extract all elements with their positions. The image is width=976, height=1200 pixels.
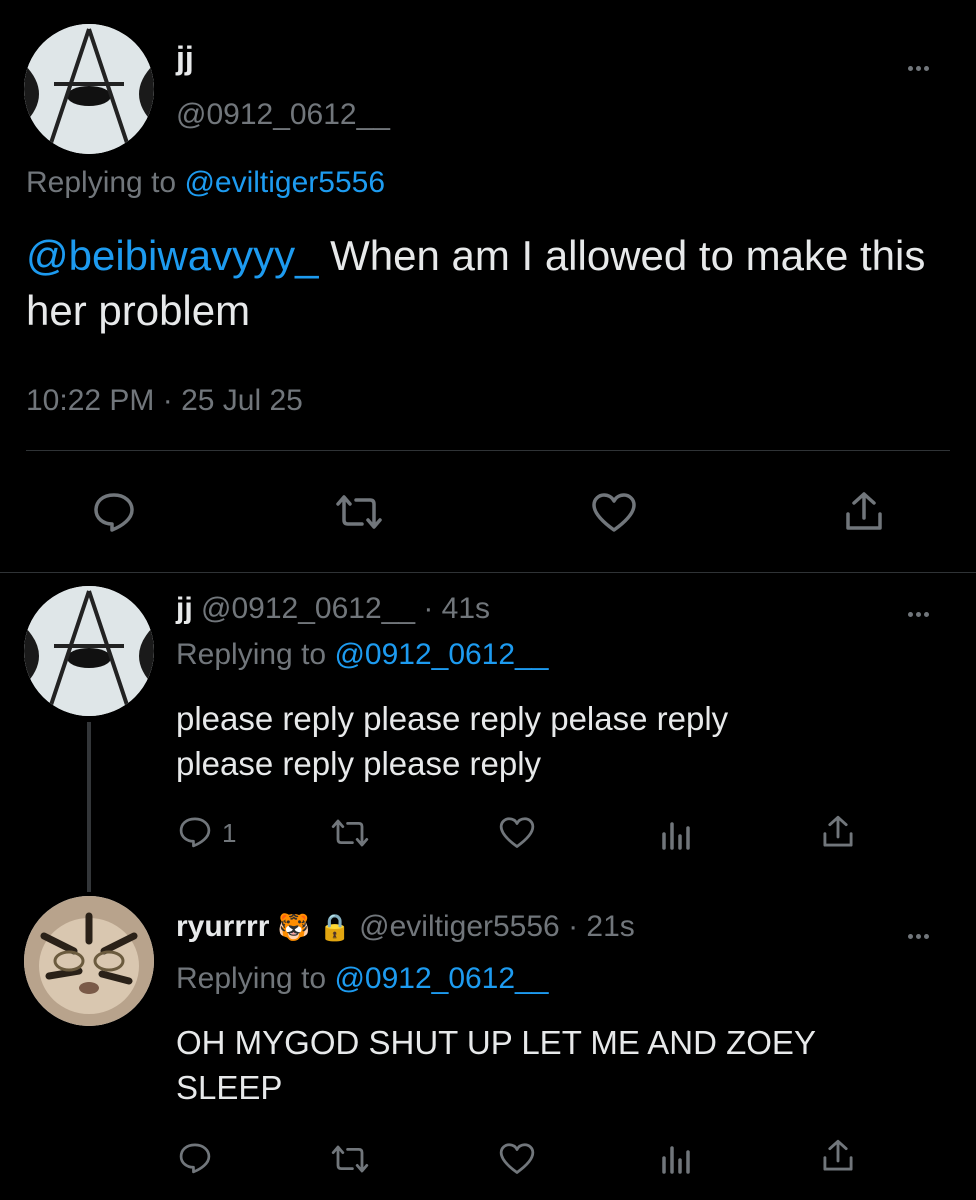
- tiger-emoji-icon: 🐯: [277, 912, 311, 942]
- retweet-icon[interactable]: [334, 494, 384, 530]
- reply-icon[interactable]: [178, 816, 212, 848]
- analytics-icon[interactable]: [660, 1142, 692, 1174]
- timestamp[interactable]: 10:22 PM · 25 Jul 25: [26, 384, 303, 418]
- section-divider: [0, 572, 976, 573]
- reply-text: OH MYGOD SHUT UP LET ME AND ZOEY SLEEP: [176, 1020, 816, 1110]
- reply-text-line: please reply please reply pelase reply: [176, 700, 729, 737]
- like-icon[interactable]: [498, 816, 536, 850]
- avatar[interactable]: [24, 896, 154, 1026]
- reply-text-line: please reply please reply: [176, 745, 542, 782]
- reply-header: ryurrrr 🐯 🔒 @eviltiger5556 · 21s: [176, 910, 635, 944]
- more-options-icon[interactable]: [908, 604, 932, 622]
- tweet-text: @beibiwavyyy_ When am I allowed to make …: [26, 228, 926, 338]
- avatar-image: [24, 586, 154, 716]
- replying-prefix: Replying to: [176, 962, 327, 995]
- mention-link[interactable]: @beibiwavyyy_: [26, 232, 318, 279]
- reply-text-line: SLEEP: [176, 1069, 283, 1106]
- lock-icon: 🔒: [318, 912, 351, 942]
- avatar[interactable]: [24, 586, 154, 716]
- time[interactable]: · 41s: [423, 592, 490, 625]
- share-icon[interactable]: [820, 1138, 856, 1174]
- share-icon[interactable]: [842, 490, 886, 534]
- reply-text: please reply please reply pelase reply p…: [176, 696, 728, 786]
- reply-icon[interactable]: [92, 492, 136, 532]
- replying-prefix: Replying to: [26, 166, 177, 199]
- share-icon[interactable]: [820, 814, 856, 850]
- avatar[interactable]: [24, 24, 154, 154]
- thread-line: [87, 722, 91, 892]
- replying-to-handle[interactable]: @0912_0612__: [334, 962, 548, 995]
- like-icon[interactable]: [498, 1142, 536, 1176]
- like-icon[interactable]: [590, 492, 638, 534]
- handle[interactable]: @eviltiger5556: [359, 910, 560, 943]
- reply-count: 1: [222, 818, 237, 848]
- replying-to: Replying to @0912_0612__: [176, 962, 548, 996]
- retweet-icon[interactable]: [330, 1144, 370, 1174]
- avatar-image: [24, 896, 154, 1026]
- handle[interactable]: @0912_0612__: [176, 98, 390, 132]
- display-name[interactable]: jj: [176, 40, 194, 77]
- replying-to: Replying to @0912_0612__: [176, 638, 548, 672]
- reply-header: jj @0912_0612__ · 41s: [176, 592, 490, 626]
- handle[interactable]: @0912_0612__: [201, 592, 415, 625]
- reply-text-line: OH MYGOD SHUT UP LET ME AND ZOEY: [176, 1024, 816, 1061]
- time[interactable]: · 21s: [568, 910, 635, 943]
- analytics-icon[interactable]: [660, 818, 692, 850]
- display-name[interactable]: jj: [176, 592, 193, 625]
- replying-to-handle[interactable]: @0912_0612__: [334, 638, 548, 671]
- divider: [26, 450, 950, 451]
- replying-prefix: Replying to: [176, 638, 327, 671]
- more-options-icon[interactable]: [908, 926, 932, 944]
- replying-to: Replying to @eviltiger5556: [26, 166, 385, 200]
- display-name[interactable]: ryurrrr: [176, 910, 269, 943]
- avatar-image: [24, 24, 154, 154]
- reply-icon[interactable]: [178, 1142, 212, 1174]
- more-options-icon[interactable]: [908, 58, 932, 76]
- retweet-icon[interactable]: [330, 818, 370, 848]
- replying-to-handle[interactable]: @eviltiger5556: [184, 166, 385, 199]
